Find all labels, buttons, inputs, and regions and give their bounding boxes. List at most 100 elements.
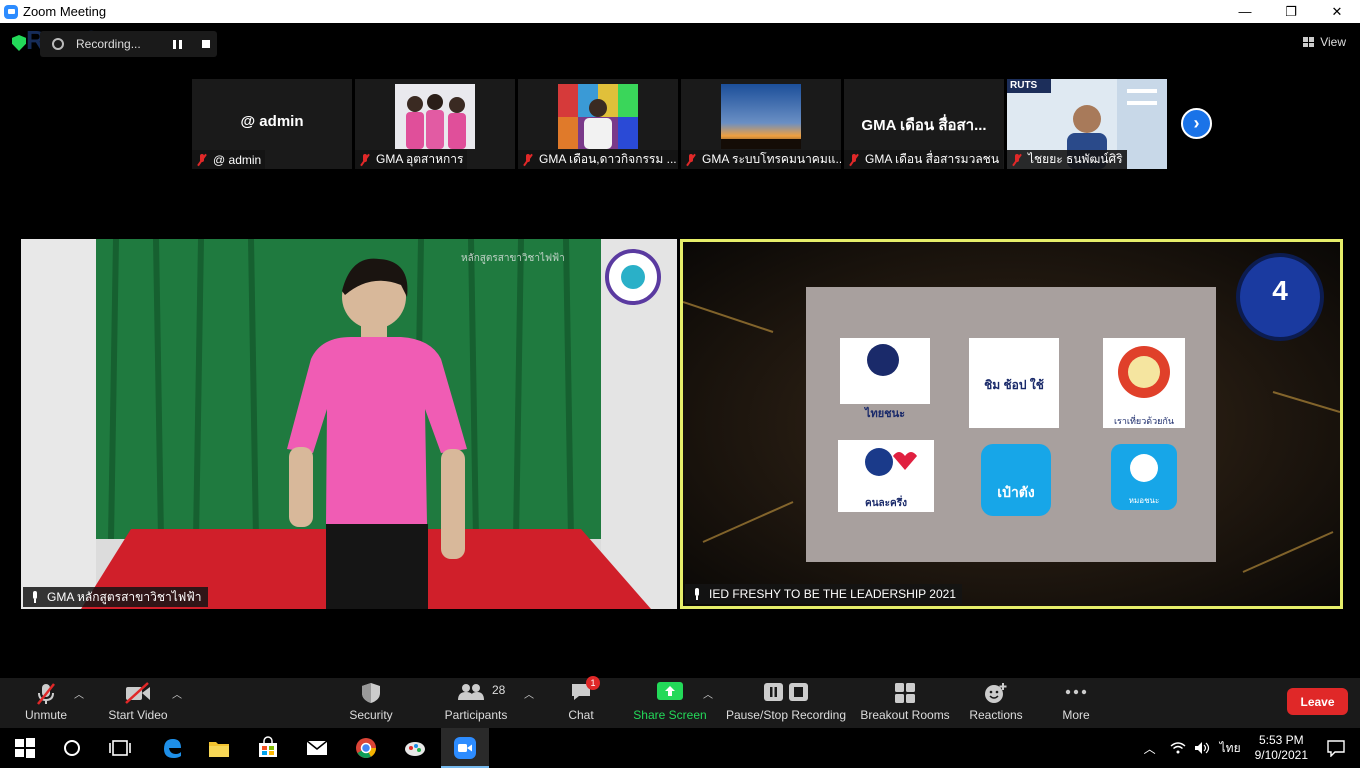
app-label: คนละครึ่ง	[865, 498, 907, 509]
mic-muted-icon	[196, 153, 208, 166]
recording-label: Recording...	[76, 37, 141, 51]
breakout-rooms-label: Breakout Rooms	[860, 708, 950, 722]
start-video-button[interactable]: Start Video	[106, 678, 170, 728]
security-button[interactable]: Security	[345, 678, 397, 728]
paint-app-icon[interactable]	[403, 736, 427, 760]
file-explorer-icon[interactable]	[207, 736, 231, 760]
participant-tile[interactable]: GMA เดือน สื่อสา... GMA เดือน สื่อสารมวล…	[844, 79, 1004, 169]
zoom-app-icon	[454, 737, 476, 759]
view-label: View	[1320, 35, 1346, 49]
screen-watermark-text: หลักสูตรสาขาวิชาไฟฟ้า	[461, 253, 565, 264]
chat-button[interactable]: 1 Chat	[564, 676, 600, 728]
clock-time: 5:53 PM	[1258, 733, 1304, 747]
minimize-button[interactable]: —	[1222, 0, 1268, 23]
recording-icon	[52, 38, 64, 50]
next-page-arrow-icon[interactable]: ›	[1181, 108, 1212, 139]
close-button[interactable]: ✕	[1314, 0, 1360, 23]
pause-stop-recording-button[interactable]: Pause/Stop Recording	[725, 678, 847, 728]
participants-label: Participants	[444, 708, 508, 722]
breakout-rooms-icon	[895, 683, 915, 703]
participant-tile[interactable]: GMA อุตสาหการ	[355, 79, 515, 169]
zoom-logo-icon	[4, 4, 18, 19]
chat-unread-badge: 1	[586, 676, 600, 690]
participant-name-bar: @ admin	[192, 150, 266, 169]
video-off-icon	[125, 682, 150, 704]
input-language[interactable]: ไทย	[1220, 739, 1241, 758]
participant-big-name: @ admin	[240, 113, 304, 130]
participant-tile[interactable]: @ admin @ admin	[192, 79, 352, 169]
participant-tile[interactable]: GMA เดือน,ดาวกิจกรรม ...	[518, 79, 678, 169]
search-icon[interactable]	[60, 736, 84, 760]
more-label: More	[1062, 708, 1090, 722]
meeting-stage: RUTS Recording... View @ admin @ admin G…	[0, 23, 1360, 678]
participant-video	[721, 84, 801, 149]
title-bar: Zoom Meeting — ❐ ✕	[0, 0, 1360, 23]
participant-tile[interactable]: RUTS ไชยยะ ธนพัฒน์ศิริ	[1007, 79, 1167, 169]
participants-icon	[458, 684, 484, 700]
unmute-label: Unmute	[24, 708, 68, 722]
participant-tile[interactable]: GMA ระบบโทรคมนาคมแ...	[681, 79, 841, 169]
breakout-rooms-button[interactable]: Breakout Rooms	[859, 678, 951, 728]
chrome-icon[interactable]	[354, 736, 378, 760]
video-tile-active-speaker[interactable]: 4 ไทยชนะ ชิม ช้อป ใช้ เราเที่ยวด้วยกัน ค…	[680, 239, 1343, 609]
share-screen-icon	[657, 682, 683, 700]
mic-muted-icon	[37, 683, 55, 705]
tile-name-bar: IED FRESHY TO BE THE LEADERSHIP 2021	[685, 584, 962, 604]
tile-name-bar: GMA หลักสูตรสาขาวิชาไฟฟ้า	[23, 587, 208, 607]
notifications-icon[interactable]	[1326, 739, 1346, 757]
tile-name: GMA หลักสูตรสาขาวิชาไฟฟ้า	[47, 589, 202, 604]
windows-start-icon[interactable]	[13, 736, 37, 760]
participant-name-bar: GMA เดือน,ดาวกิจกรรม ...	[518, 150, 678, 169]
more-dots-icon	[1065, 689, 1087, 695]
more-button[interactable]: More	[1058, 678, 1094, 728]
app-label: ไทยชนะ	[864, 408, 906, 420]
participants-caret-icon[interactable]: ︿	[524, 686, 534, 701]
mic-muted-icon	[522, 153, 534, 166]
wifi-icon[interactable]	[1170, 741, 1186, 755]
view-button[interactable]: View	[1303, 35, 1346, 49]
volume-icon[interactable]	[1194, 741, 1210, 755]
participant-name-bar: GMA ระบบโทรคมนาคมแ...	[681, 150, 841, 169]
participant-strip: @ admin @ admin GMA อุตสาหการ GMA เดือน,…	[192, 79, 1167, 169]
mail-icon[interactable]	[305, 736, 329, 760]
task-view-icon[interactable]	[108, 736, 132, 760]
start-video-label: Start Video	[108, 708, 168, 722]
encryption-shield-icon[interactable]	[12, 35, 26, 51]
edge-browser-icon[interactable]	[160, 736, 184, 760]
participant-name: ไชยยะ ธนพัฒน์ศิริ	[1028, 152, 1123, 166]
audio-options-caret-icon[interactable]: ︿	[74, 686, 84, 701]
pause-stop-label: Pause/Stop Recording	[725, 708, 847, 722]
leave-button[interactable]: Leave	[1287, 688, 1348, 715]
participant-name: GMA อุตสาหการ	[376, 152, 464, 166]
shared-slide	[683, 242, 1340, 606]
maximize-button[interactable]: ❐	[1268, 0, 1314, 23]
reactions-button[interactable]: Reactions	[968, 678, 1024, 728]
store-icon[interactable]	[256, 736, 280, 760]
security-label: Security	[349, 708, 393, 722]
clock[interactable]: 5:53 PM 9/10/2021	[1255, 733, 1308, 763]
pause-recording-icon[interactable]	[172, 39, 182, 49]
video-options-caret-icon[interactable]: ︿	[172, 686, 182, 701]
reactions-smiley-icon	[985, 683, 1007, 703]
app-label: ชิม ช้อป ใช้	[984, 378, 1044, 392]
ruts-logo-text: RUTS	[1010, 80, 1038, 91]
window-title: Zoom Meeting	[23, 4, 107, 19]
pause-stop-icon	[764, 683, 808, 701]
windows-taskbar: ︿ ไทย 5:53 PM 9/10/2021	[0, 728, 1360, 768]
mic-muted-icon	[1011, 153, 1023, 166]
share-screen-button[interactable]: Share Screen	[633, 678, 707, 728]
participants-count: 28	[492, 683, 506, 697]
mic-muted-icon	[359, 153, 371, 166]
unmute-button[interactable]: Unmute	[20, 678, 72, 728]
system-tray: ︿ ไทย 5:53 PM 9/10/2021	[1144, 728, 1360, 768]
app-label: เราเที่ยวด้วยกัน	[1113, 416, 1175, 426]
show-hidden-icons-chevron-icon[interactable]: ︿	[1144, 740, 1156, 757]
mic-on-icon	[29, 591, 41, 603]
zoom-taskbar-active[interactable]	[441, 728, 489, 768]
share-options-caret-icon[interactable]: ︿	[703, 686, 713, 701]
security-shield-icon	[362, 683, 380, 703]
video-tile-left[interactable]: หลักสูตรสาขาวิชาไฟฟ้า GMA หลักสูตรสาขาวิ…	[21, 239, 677, 609]
participants-button[interactable]: 28 Participants	[443, 678, 509, 728]
stop-recording-icon[interactable]	[201, 40, 210, 48]
chat-label: Chat	[568, 708, 594, 722]
